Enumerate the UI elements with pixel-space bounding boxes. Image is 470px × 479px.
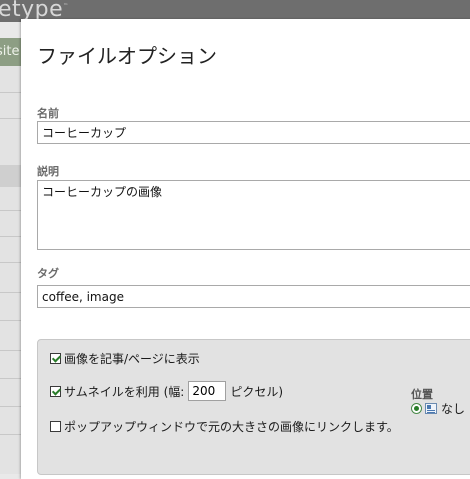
tags-label: タグ	[37, 267, 59, 280]
tags-field[interactable]	[37, 285, 470, 308]
popup-link-checkbox[interactable]	[50, 421, 61, 432]
popup-link-option[interactable]: ポップアップウィンドウで元の大きさの画像にリンクします。	[50, 418, 399, 435]
thumbnail-checkbox[interactable]	[50, 385, 61, 397]
thumbnail-label: サムネイルを利用 (幅:	[64, 384, 185, 399]
align-none-icon	[425, 403, 437, 414]
thumbnail-width-input[interactable]	[188, 381, 227, 401]
position-none-radio[interactable]	[411, 403, 422, 414]
dialog-title: ファイルオプション	[37, 44, 217, 68]
name-label: 名前	[37, 107, 59, 120]
description-field[interactable]: コーヒーカップの画像	[37, 180, 470, 250]
position-none-label: なし	[441, 402, 466, 416]
show-in-post-label: 画像を記事/ページに表示	[64, 352, 200, 366]
position-none-option[interactable]: なし	[411, 400, 465, 417]
popup-link-label: ポップアップウィンドウで元の大きさの画像にリンクします。	[64, 420, 399, 434]
thumbnail-unit-label: ピクセル)	[230, 384, 283, 399]
thumbnail-option[interactable]: サムネイルを利用 (幅: ピクセル)	[50, 381, 283, 401]
file-options-dialog: ファイルオプション 名前 説明 コーヒーカップの画像 タグ 画像を記事/ページに…	[21, 19, 470, 479]
image-options-panel: 画像を記事/ページに表示 サムネイルを利用 (幅: ピクセル) ポップアップウィ…	[37, 339, 470, 475]
name-field[interactable]	[37, 121, 470, 144]
description-label: 説明	[37, 165, 59, 178]
show-in-post-checkbox[interactable]	[50, 353, 61, 364]
show-in-post-option[interactable]: 画像を記事/ページに表示	[50, 350, 200, 367]
